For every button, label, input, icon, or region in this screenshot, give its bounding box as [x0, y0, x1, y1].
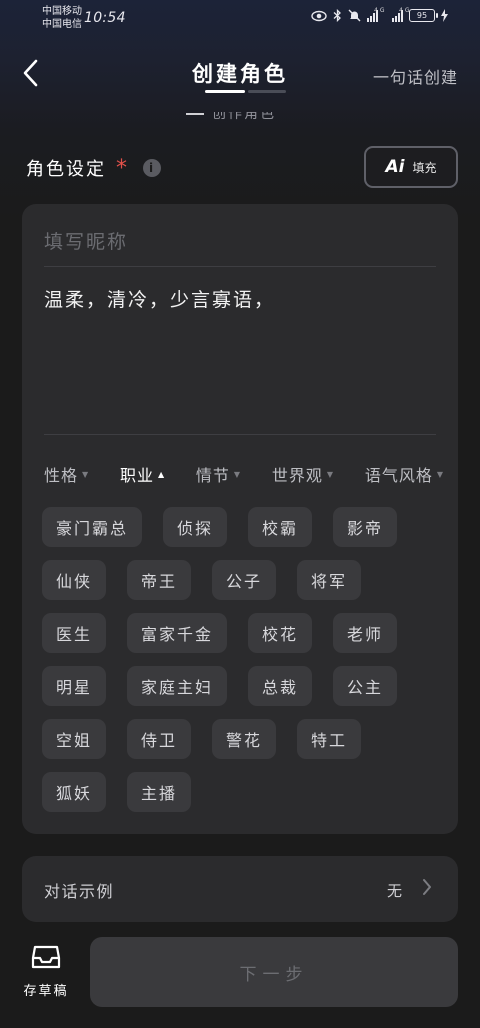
ai-logo: Ai: [385, 157, 405, 177]
tag-chip[interactable]: 明星: [42, 666, 107, 706]
eye-icon: [311, 10, 327, 21]
tag-chip[interactable]: 校花: [248, 613, 313, 653]
dialog-example-row[interactable]: 对话示例 无: [22, 856, 458, 922]
carrier-2: 中国电信: [42, 19, 82, 30]
charging-icon: [441, 9, 448, 22]
category-tabs: 性格 ▼ 职业 ▲ 情节 ▼ 世界观 ▼ 语气风格 ▼: [44, 462, 444, 486]
dialog-example-value: 无: [386, 882, 402, 900]
profession-tags: 豪门霸总 侦探 校霸 影帝 仙侠 帝王 公子 将军 医生 富家千金 校花 老师 …: [42, 507, 442, 812]
divider: [44, 434, 436, 435]
tag-chip[interactable]: 公子: [212, 560, 277, 600]
nickname-input[interactable]: [44, 222, 436, 262]
signal-icon: 4G: [392, 7, 409, 22]
caret-down-icon: ▼: [82, 469, 90, 479]
carrier-names: 中国移动 中国电信: [42, 5, 82, 31]
tab-tone-style[interactable]: 语气风格 ▼: [365, 462, 444, 486]
info-icon[interactable]: i: [143, 159, 161, 177]
caret-down-icon: ▼: [233, 469, 242, 479]
tab-plot[interactable]: 情节 ▼: [196, 462, 241, 486]
tag-chip[interactable]: 侍卫: [127, 719, 192, 759]
title-indicator-inactive: [248, 90, 286, 93]
caret-up-icon: ▲: [157, 469, 166, 479]
save-draft-button[interactable]: 存草稿: [16, 944, 76, 1014]
battery-icon: 95: [409, 9, 438, 22]
tab-personality[interactable]: 性格 ▼: [44, 462, 89, 486]
tab-worldview[interactable]: 世界观 ▼: [272, 462, 334, 486]
ai-fill-button[interactable]: Ai 填充: [364, 146, 458, 188]
tag-chip[interactable]: 校霸: [248, 507, 313, 547]
tag-chip[interactable]: 警花: [212, 719, 277, 759]
tag-chip[interactable]: 公主: [333, 666, 398, 706]
tag-chip[interactable]: 家庭主妇: [127, 666, 228, 706]
tag-chip[interactable]: 总裁: [248, 666, 313, 706]
inbox-icon: [31, 945, 61, 969]
role-settings-card: 温柔，清冷，少言寡语， 性格▼ 职业▲ 情节▼ 世界观▼ 语气风格▼ 豪门霸总 …: [22, 204, 458, 834]
dialog-example-label: 对话示例: [44, 882, 115, 901]
carrier-1: 中国移动: [42, 6, 82, 17]
signal-icon: 4G: [367, 7, 384, 22]
battery-level: 95: [416, 11, 428, 20]
role-settings-header: 角色设定 * i: [26, 155, 161, 181]
save-draft-label: 存草稿: [23, 984, 69, 999]
role-settings-label: 角色设定: [26, 159, 106, 180]
one-sentence-create-link[interactable]: 一句话创建: [373, 64, 458, 88]
bottom-bar: 存草稿 下一步: [0, 928, 480, 1028]
tag-chip[interactable]: 影帝: [333, 507, 398, 547]
tag-chip[interactable]: 富家千金: [127, 613, 228, 653]
caret-down-icon: ▼: [326, 469, 335, 479]
tag-chip[interactable]: 医生: [42, 613, 107, 653]
tag-chip[interactable]: 空姐: [42, 719, 107, 759]
status-bar: 中国移动 中国电信 10:54 4G 4G 95: [0, 0, 480, 36]
tag-chip[interactable]: 豪门霸总: [42, 507, 143, 547]
tag-chip[interactable]: 仙侠: [42, 560, 107, 600]
tag-chip[interactable]: 老师: [333, 613, 398, 653]
tag-chip[interactable]: 帝王: [127, 560, 192, 600]
title-indicator-active: [205, 90, 245, 93]
tag-chip[interactable]: 主播: [127, 772, 192, 812]
tab-profession[interactable]: 职业 ▲: [120, 462, 165, 486]
divider: [44, 266, 436, 267]
faded-subtitle: 创作角色: [186, 112, 296, 122]
caret-down-icon: ▼: [436, 469, 444, 479]
chevron-right-icon: [423, 879, 431, 895]
description-text[interactable]: 温柔，清冷，少言寡语，: [44, 284, 436, 316]
tag-chip[interactable]: 侦探: [163, 507, 228, 547]
tag-chip[interactable]: 狐妖: [42, 772, 107, 812]
status-icons: 4G 4G 95: [311, 7, 448, 22]
tag-chip[interactable]: 将军: [297, 560, 362, 600]
status-time: 10:54: [84, 10, 126, 26]
next-step-button[interactable]: 下一步: [90, 937, 458, 1007]
tag-chip[interactable]: 特工: [297, 719, 362, 759]
ai-fill-label: 填充: [412, 160, 437, 175]
bluetooth-icon: [333, 9, 341, 22]
header: 创建角色 一句话创建: [0, 52, 480, 102]
required-mark: *: [116, 155, 129, 181]
